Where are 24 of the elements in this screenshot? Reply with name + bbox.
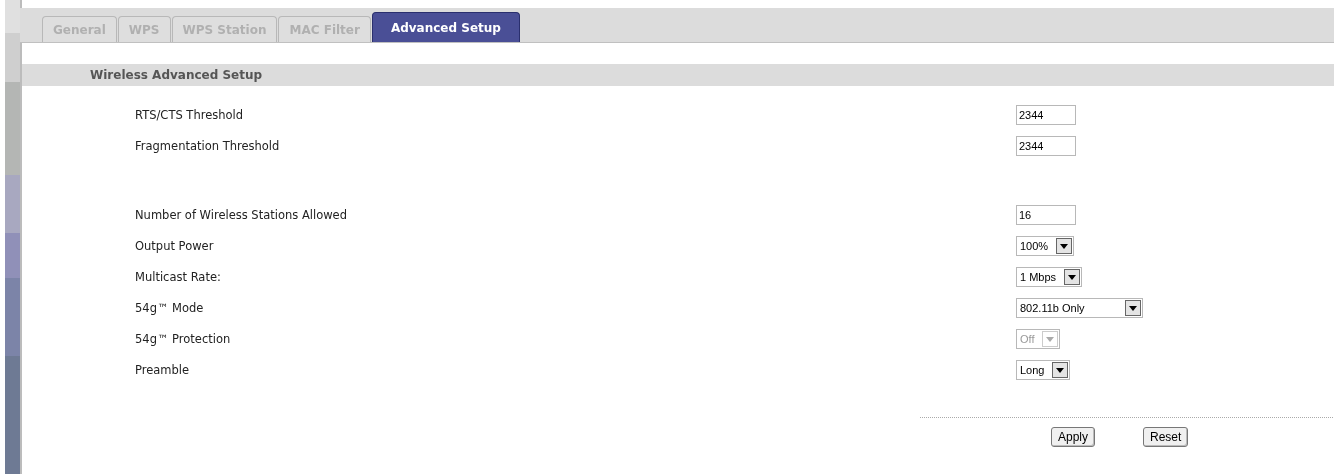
field-label: Output Power xyxy=(134,238,215,253)
field-label: 54g™ Protection xyxy=(134,331,232,346)
field-label: RTS/CTS Threshold xyxy=(134,107,245,122)
input-field[interactable]: 2344 xyxy=(1016,105,1076,125)
dropdown[interactable]: Long xyxy=(1016,360,1071,380)
section-title: Wireless Advanced Setup xyxy=(22,64,1334,86)
input-field[interactable]: 2344 xyxy=(1016,136,1076,156)
field-label: Fragmentation Threshold xyxy=(134,138,281,153)
caret-icon xyxy=(1052,362,1069,378)
dropdown[interactable]: 802.11b Only xyxy=(1016,298,1143,318)
field-label: Number of Wireless Stations Allowed xyxy=(134,207,348,222)
caret-icon xyxy=(1056,238,1073,254)
dropdown[interactable]: 100% xyxy=(1016,236,1075,256)
apply-button[interactable]: Apply xyxy=(1051,427,1096,447)
caret-icon xyxy=(1124,300,1141,316)
reset-button[interactable]: Reset xyxy=(1143,427,1189,447)
caret-icon xyxy=(1064,269,1081,285)
dropdown[interactable]: 1 Mbps xyxy=(1016,267,1083,287)
tab[interactable]: Advanced Setup xyxy=(371,12,520,42)
input-field[interactable]: 16 xyxy=(1016,205,1076,225)
field-label: Multicast Rate: xyxy=(134,269,222,284)
field-label: 54g™ Mode xyxy=(134,300,205,315)
field-label: Preamble xyxy=(134,362,191,377)
caret-icon xyxy=(1042,331,1059,347)
